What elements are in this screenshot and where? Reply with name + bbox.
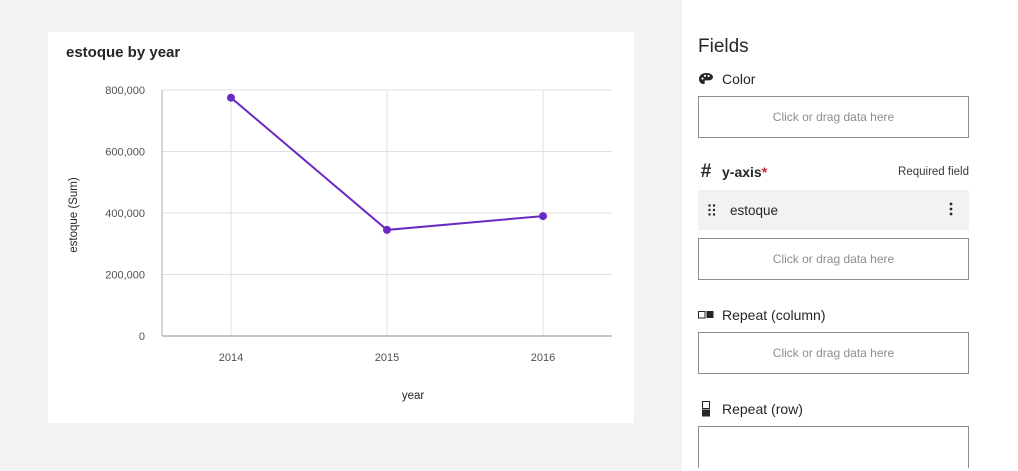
repeat-column-dropzone[interactable]: Click or drag data here: [698, 332, 969, 374]
app-root: estoque by year 0 200,000 400,000 600,000 80…: [0, 0, 1018, 471]
repeat-column-section-label: Repeat (column): [698, 307, 826, 323]
y-axis-label: y-axis: [722, 164, 762, 180]
palette-icon: [698, 71, 714, 87]
repeat-column-icon: [698, 307, 714, 323]
hash-icon: #: [700, 161, 712, 182]
required-star: *: [761, 164, 768, 180]
data-point: [383, 225, 391, 234]
drag-handle-icon[interactable]: [708, 204, 720, 216]
line-chart: 0 200,000 400,000 600,000 800,000 2014 2015 201…: [68, 85, 612, 402]
panel-title: Fields: [698, 36, 749, 57]
y-tick-label: 200,000: [105, 270, 145, 282]
y-axis-title: estoque (Sum): [68, 177, 80, 253]
chart-card: estoque by year 0 200,000 400,000 600,000 80…: [48, 32, 634, 423]
x-axis-title: year: [402, 390, 425, 402]
repeat-row-section-label: Repeat (row): [698, 401, 803, 417]
required-field-note: Required field: [898, 166, 969, 178]
y-axis-field-pill[interactable]: estoque: [698, 190, 969, 230]
y-tick-label: 800,000: [105, 85, 145, 97]
y-tick-label: 0: [139, 331, 145, 343]
x-tick-label: 2015: [375, 352, 399, 364]
x-tick-label: 2016: [531, 352, 555, 364]
overflow-menu-icon[interactable]: [949, 202, 953, 216]
y-axis-dropzone[interactable]: Click or drag data here: [698, 238, 969, 280]
fields-panel: Fields Color Click or drag data here # y…: [682, 0, 1018, 471]
repeat-row-dropzone[interactable]: [698, 426, 969, 468]
repeat-row-label: Repeat (row): [722, 401, 803, 417]
x-tick-label: 2014: [219, 352, 243, 364]
y-axis-field-name: estoque: [730, 202, 779, 218]
y-tick-label: 400,000: [105, 208, 145, 220]
repeat-row-icon: [698, 401, 714, 417]
color-dropzone[interactable]: Click or drag data here: [698, 96, 969, 138]
data-point: [539, 212, 547, 221]
y-tick-label: 600,000: [105, 147, 145, 159]
y-axis-section-label: # y-axis *: [698, 161, 768, 182]
color-section-label: Color: [698, 71, 755, 87]
color-label: Color: [722, 71, 756, 87]
data-point: [227, 93, 235, 102]
repeat-column-label: Repeat (column): [722, 307, 826, 323]
